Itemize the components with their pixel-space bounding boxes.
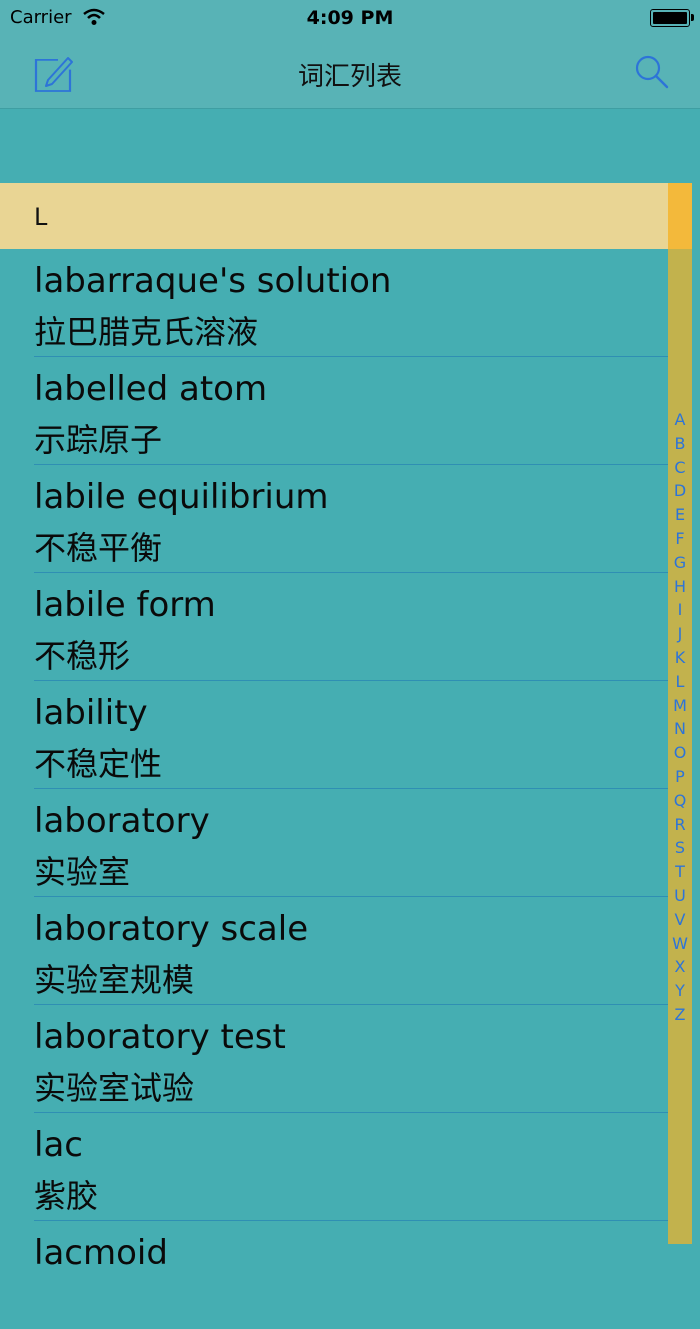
index-letter[interactable]: G bbox=[674, 551, 686, 575]
index-letter[interactable]: E bbox=[675, 503, 685, 527]
word-meaning: 拉巴腊克氏溶液 bbox=[34, 313, 259, 351]
index-letter[interactable]: Q bbox=[674, 789, 687, 813]
index-letter[interactable]: Y bbox=[675, 979, 685, 1003]
index-letter[interactable]: M bbox=[673, 694, 687, 718]
index-letter[interactable]: L bbox=[676, 670, 685, 694]
list-item[interactable]: labile form 不稳形 bbox=[0, 573, 668, 681]
list-item[interactable]: laboratory test 实验室试验 bbox=[0, 1005, 668, 1113]
index-letters: A B C D E F G H I J K L M N O P Q R S T … bbox=[668, 408, 692, 1027]
search-button[interactable] bbox=[634, 54, 670, 90]
battery-icon bbox=[650, 9, 694, 27]
index-letter[interactable]: P bbox=[675, 765, 685, 789]
index-letter[interactable]: O bbox=[674, 741, 687, 765]
word-meaning: 不稳平衡 bbox=[34, 529, 163, 567]
list-item[interactable]: labile equilibrium 不稳平衡 bbox=[0, 465, 668, 573]
word-term: labile form bbox=[34, 585, 216, 625]
word-meaning: 实验室试验 bbox=[34, 1069, 195, 1107]
word-term: labelled atom bbox=[34, 369, 268, 409]
list-item[interactable]: lacmoid bbox=[0, 1221, 668, 1329]
index-letter[interactable]: T bbox=[675, 860, 685, 884]
list-item[interactable]: laboratory 实验室 bbox=[0, 789, 668, 897]
index-current-marker bbox=[668, 183, 692, 249]
list-item[interactable]: lability 不稳定性 bbox=[0, 681, 668, 789]
index-letter[interactable]: X bbox=[675, 955, 686, 979]
status-time: 4:09 PM bbox=[306, 7, 394, 29]
index-letter[interactable]: N bbox=[674, 717, 686, 741]
index-letter[interactable]: I bbox=[678, 598, 683, 622]
list-item[interactable]: labelled atom 示踪原子 bbox=[0, 357, 668, 465]
word-meaning: 示踪原子 bbox=[34, 421, 163, 459]
search-icon bbox=[635, 55, 669, 89]
word-term: labile equilibrium bbox=[34, 477, 329, 517]
word-term: lac bbox=[34, 1125, 83, 1165]
index-letter[interactable]: W bbox=[672, 932, 688, 956]
page-title: 词汇列表 bbox=[297, 62, 402, 92]
word-meaning: 实验室 bbox=[34, 853, 131, 891]
word-term: laboratory scale bbox=[34, 909, 309, 949]
section-header: L bbox=[0, 183, 668, 249]
word-meaning: 不稳定性 bbox=[34, 745, 163, 783]
list-item[interactable]: lac 紫胶 bbox=[0, 1113, 668, 1221]
status-bar: Carrier 4:09 PM bbox=[0, 0, 700, 36]
word-list: labarraque's solution 拉巴腊克氏溶液 labelled a… bbox=[0, 249, 668, 1329]
index-letter[interactable]: B bbox=[675, 432, 686, 456]
word-term: laboratory bbox=[34, 801, 210, 841]
word-term: laboratory test bbox=[34, 1017, 286, 1057]
index-letter[interactable]: H bbox=[674, 575, 686, 599]
index-letter[interactable]: F bbox=[675, 527, 684, 551]
index-letter[interactable]: A bbox=[675, 408, 686, 432]
index-letter[interactable]: C bbox=[674, 456, 685, 480]
index-letter[interactable]: D bbox=[674, 479, 686, 503]
index-letter[interactable]: K bbox=[675, 646, 686, 670]
index-letter[interactable]: S bbox=[675, 836, 685, 860]
word-term: labarraque's solution bbox=[34, 261, 392, 301]
index-letter[interactable]: R bbox=[674, 813, 685, 837]
word-meaning: 实验室规模 bbox=[34, 961, 195, 999]
list-item[interactable]: laboratory scale 实验室规模 bbox=[0, 897, 668, 1005]
index-letter[interactable]: V bbox=[675, 908, 686, 932]
index-letter[interactable]: J bbox=[678, 622, 683, 646]
word-meaning: 紫胶 bbox=[34, 1177, 99, 1215]
section-header-letter: L bbox=[34, 203, 48, 231]
index-letter[interactable]: Z bbox=[675, 1003, 686, 1027]
navigation-bar: 词汇列表 bbox=[0, 36, 700, 109]
list-item[interactable]: labarraque's solution 拉巴腊克氏溶液 bbox=[0, 249, 668, 357]
word-term: lacmoid bbox=[34, 1233, 168, 1273]
word-meaning: 不稳形 bbox=[34, 637, 131, 675]
index-letter[interactable]: U bbox=[674, 884, 686, 908]
word-term: lability bbox=[34, 693, 148, 733]
